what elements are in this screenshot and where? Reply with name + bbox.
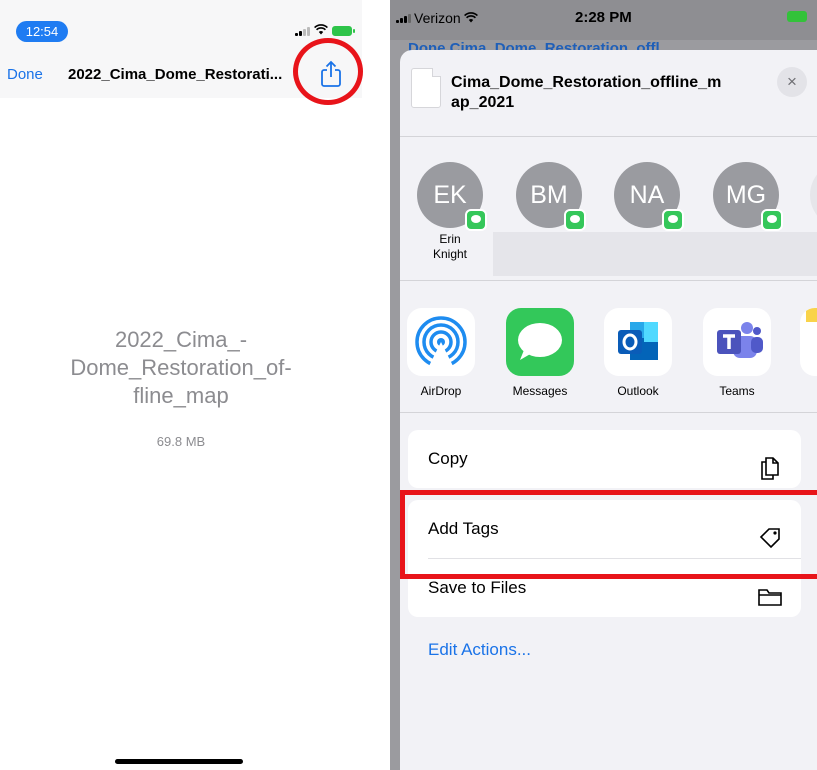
- file-name: 2022_Cima_- Dome_Restoration_of- fline_m…: [40, 326, 322, 410]
- contact-name: Erin Knight: [410, 232, 490, 262]
- done-button[interactable]: Done: [7, 66, 43, 83]
- wifi-icon: [463, 10, 478, 26]
- messages-badge-icon: [564, 209, 586, 231]
- messages-badge-icon: [662, 209, 684, 231]
- title-line: ap_2021: [451, 94, 515, 111]
- close-button[interactable]: ×: [777, 67, 807, 97]
- messages-badge-icon: [465, 209, 487, 231]
- contact-avatar-mg[interactable]: MG: [713, 162, 783, 231]
- carrier: Verizon: [396, 10, 478, 26]
- share-highlight-circle: [293, 38, 363, 105]
- wifi-icon: [314, 24, 328, 37]
- status-time: 2:28 PM: [575, 9, 632, 26]
- status-bar: Verizon 2:28 PM: [390, 0, 817, 40]
- action-label: Save to Files: [428, 578, 527, 597]
- app-label: AirDrop: [420, 384, 462, 398]
- teams-icon[interactable]: [703, 308, 771, 376]
- contact-initials: BM: [530, 181, 568, 209]
- title-line: Cima_Dome_Restoration_offline_m: [451, 74, 722, 91]
- status-icons: [295, 24, 355, 37]
- file-size: 69.8 MB: [156, 434, 206, 449]
- divider: [400, 280, 817, 281]
- edit-actions-link[interactable]: Edit Actions...: [428, 640, 531, 660]
- notes-icon[interactable]: [800, 308, 817, 376]
- folder-icon: [757, 576, 783, 606]
- airdrop-icon[interactable]: [407, 308, 475, 376]
- signal-icon: [295, 26, 310, 36]
- contact-avatar-na[interactable]: NA: [614, 162, 684, 231]
- contacts-strip: [493, 232, 817, 276]
- status-time: 12:54: [16, 21, 68, 42]
- copy-icon: [757, 447, 783, 480]
- file-name-line: Dome_Restoration_of-: [70, 355, 292, 380]
- battery-icon: [787, 11, 807, 22]
- messages-badge-icon: [761, 209, 783, 231]
- share-sheet: Cima_Dome_Restoration_offline_m ap_2021 …: [400, 50, 817, 770]
- file-name-line: fline_map: [133, 383, 229, 408]
- document-icon: [411, 68, 441, 108]
- app-label: Outlook: [617, 384, 659, 398]
- contact-avatar-bm[interactable]: BM: [516, 162, 586, 231]
- share-sheet-title: Cima_Dome_Restoration_offline_m ap_2021: [451, 73, 751, 113]
- file-name-line: 2022_Cima_-: [114, 327, 248, 352]
- action-group-copy: Copy: [408, 430, 801, 488]
- save-to-files-highlight: [400, 490, 817, 579]
- home-indicator[interactable]: [115, 759, 243, 764]
- contact-initials: EK: [433, 181, 467, 209]
- app-label: Teams: [719, 384, 755, 398]
- left-screen: 12:54 Done 2022_Cima_Dome_Restorati... 2…: [0, 0, 363, 770]
- contact-initials: MG: [725, 181, 767, 209]
- copy-action[interactable]: Copy: [408, 430, 801, 488]
- apps-row: AirDrop Messages Outlook Teams: [400, 282, 817, 412]
- contact-initials: NA: [629, 181, 665, 209]
- divider: [400, 136, 817, 137]
- app-label: Messages: [512, 384, 568, 398]
- messages-icon[interactable]: [506, 308, 574, 376]
- document-title: 2022_Cima_Dome_Restorati...: [68, 66, 283, 83]
- divider: [400, 412, 817, 413]
- contact-avatar-ek[interactable]: EK: [417, 162, 487, 231]
- notes-stripe: [806, 308, 817, 322]
- right-screen: Verizon 2:28 PM Done Cima_Dome_Restorati…: [390, 0, 817, 770]
- action-label: Copy: [428, 449, 468, 468]
- carrier-name: Verizon: [414, 10, 461, 26]
- contact-name-line: Knight: [432, 247, 468, 261]
- contacts-row: EK Erin Knight BM NA MG: [400, 138, 817, 280]
- battery-icon: [332, 25, 355, 36]
- outlook-icon[interactable]: [604, 308, 672, 376]
- signal-icon: [396, 13, 411, 23]
- contact-name-line: Erin: [439, 232, 461, 246]
- contact-avatar-partial[interactable]: [810, 162, 817, 228]
